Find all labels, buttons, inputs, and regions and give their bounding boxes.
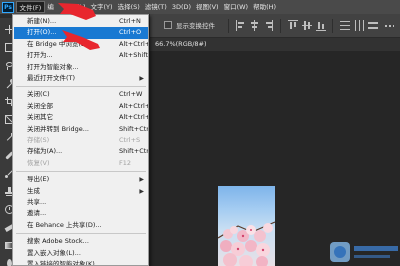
submenu-arrow-icon: ▶	[139, 75, 144, 82]
file-menu-dropdown: 新建(N)... Ctrl+N 打开(O)... Ctrl+O 在 Bridge 中浏览…	[12, 14, 149, 266]
file-menu-item-shortcut: Alt+Shift+Ctrl+O	[119, 51, 149, 60]
site-watermark-logo	[330, 240, 400, 264]
menu-item-4[interactable]: 文字(Y)	[88, 1, 115, 13]
file-menu-item[interactable]: 在 Behance 上共享(D)...	[14, 220, 148, 231]
file-menu-item-label: 关闭其它	[27, 113, 53, 122]
file-menu-item[interactable]: 打开为... Alt+Shift+Ctrl+O	[14, 50, 148, 61]
align-middle-icon[interactable]	[302, 20, 312, 31]
options-bar: 显示变换控件	[150, 14, 400, 38]
file-menu-item-label: 存储(S)	[27, 136, 50, 144]
file-menu-item[interactable]: 置入链接的智能对象(K)...	[14, 259, 148, 266]
file-menu-item-label: 打开为智能对象...	[27, 62, 79, 71]
file-menu-item-shortcut: Ctrl+O	[119, 28, 142, 37]
file-menu-item[interactable]: 邀请...	[14, 208, 148, 219]
file-menu-item[interactable]: 在 Bridge 中浏览(B)... Alt+Ctrl+O	[14, 39, 148, 50]
file-menu-item-label: 导出(E)	[27, 175, 50, 184]
menu-bar-items: 文件(F) 编图层(L) 文字(Y) 选择(S) 滤镜(T) 3D(D) 视图(V) 窗口(W…	[16, 1, 279, 13]
file-menu-item[interactable]: 关闭其它 Alt+Ctrl+P	[14, 112, 148, 123]
file-menu-item[interactable]: 生成 ▶	[14, 186, 148, 197]
file-menu-item-shortcut: Alt+Ctrl+P	[119, 113, 148, 122]
file-menu-item-shortcut: Shift+Ctrl+W	[119, 124, 149, 133]
file-menu-item-label: 共享...	[27, 198, 47, 206]
menu-file[interactable]: 文件(F)	[16, 1, 45, 13]
file-menu-item-shortcut: Alt+Ctrl+W	[119, 101, 148, 110]
align-right-icon[interactable]	[264, 20, 274, 31]
file-menu-item-shortcut: Ctrl+W	[119, 90, 143, 99]
file-menu-item-label: 搜索 Adobe Stock...	[27, 237, 89, 246]
file-menu-item-label: 在 Behance 上共享(D)...	[27, 220, 102, 229]
file-menu-item[interactable]: 关闭全部 Alt+Ctrl+W	[14, 101, 148, 112]
file-menu-item-label: 关闭全部	[27, 101, 53, 110]
align-center-icon[interactable]	[250, 20, 260, 31]
menu-separator	[16, 86, 146, 88]
file-menu-item-label: 关闭(C)	[27, 90, 50, 99]
distribute-center-icon[interactable]	[354, 20, 364, 31]
submenu-arrow-icon: ▶	[139, 176, 144, 184]
align-top-icon[interactable]	[288, 20, 298, 31]
file-menu-item[interactable]: 打开(O)... Ctrl+O	[14, 27, 148, 39]
menu-item-1[interactable]: 编	[45, 1, 57, 13]
file-menu-item[interactable]: 搜索 Adobe Stock...	[14, 236, 148, 247]
show-transform-controls-checkbox[interactable]	[164, 21, 172, 29]
show-transform-controls-label: 显示变换控件	[176, 22, 215, 30]
more-options-icon[interactable]	[384, 20, 394, 31]
file-menu-item-label: 打开(O)...	[27, 28, 57, 37]
file-menu-item-label: 新建(N)...	[27, 17, 57, 25]
file-menu-item[interactable]: 关闭并转到 Bridge... Shift+Ctrl+W	[14, 124, 148, 135]
align-bottom-icon[interactable]	[316, 20, 326, 31]
options-divider	[280, 19, 281, 33]
file-menu-item[interactable]: 导出(E) ▶	[14, 174, 148, 185]
menu-item-6[interactable]: 滤镜(T)	[142, 1, 169, 13]
file-menu-item[interactable]: 关闭(C) Ctrl+W	[14, 89, 148, 100]
file-menu-item-label: 关闭并转到 Bridge...	[27, 124, 89, 133]
file-menu-item-label: 在 Bridge 中浏览(B)...	[27, 39, 95, 48]
menu-item-7[interactable]: 3D(D)	[169, 1, 193, 13]
menu-bar: Ps 文件(F) 编图层(L) 文字(Y) 选择(S) 滤镜(T) 3D(D) 视图(V) 窗…	[0, 0, 400, 14]
document-tab-bar: 66.7%(RGB/8#)	[150, 38, 400, 51]
file-menu-item-shortcut: Shift+Ctrl+S	[119, 147, 149, 156]
file-menu-item-shortcut: Alt+Ctrl+O	[119, 39, 148, 48]
document-image-cherry-blossoms[interactable]	[218, 186, 275, 266]
file-menu-item-shortcut: Ctrl+N	[119, 17, 141, 25]
cherry-blossom-photo	[218, 221, 275, 266]
file-menu-item-label: 生成	[27, 186, 40, 195]
options-divider	[228, 19, 229, 33]
distribute-bottom-icon[interactable]	[368, 20, 378, 31]
file-menu-item-label: 恢复(V)	[27, 158, 50, 167]
file-menu-item-label: 存储为(A)...	[27, 147, 63, 156]
file-menu-item-shortcut: Ctrl+S	[119, 136, 141, 144]
file-menu-item[interactable]: 置入嵌入对象(L)...	[14, 248, 148, 259]
menu-item-5[interactable]: 选择(S)	[115, 1, 142, 13]
file-menu-item[interactable]: 新建(N)... Ctrl+N	[14, 16, 148, 27]
file-menu-item-label: 置入链接的智能对象(K)...	[27, 260, 102, 266]
menu-item-9[interactable]: 窗口(W)	[221, 1, 251, 13]
submenu-arrow-icon: ▶	[139, 187, 144, 195]
file-menu-item[interactable]: 共享...	[14, 197, 148, 208]
file-menu-item[interactable]: 打开为智能对象...	[14, 62, 148, 73]
menu-item-10[interactable]: 帮助(H)	[251, 1, 279, 13]
file-menu-item-label: 打开为...	[27, 51, 53, 60]
menu-separator	[16, 233, 146, 235]
photoshop-logo: Ps	[2, 1, 14, 13]
align-left-icon[interactable]	[236, 20, 246, 31]
file-menu-item[interactable]: 存储为(A)... Shift+Ctrl+S	[14, 146, 148, 157]
distribute-top-icon[interactable]	[340, 20, 350, 31]
file-menu-item-shortcut: F12	[119, 158, 132, 167]
file-menu-item-label: 邀请...	[27, 209, 47, 218]
menu-item-8[interactable]: 视图(V)	[194, 1, 222, 13]
document-tab-title[interactable]: 66.7%(RGB/8#)	[155, 40, 207, 48]
file-menu-item[interactable]: 存储(S) Ctrl+S	[14, 135, 148, 146]
file-menu-item[interactable]: 最近打开文件(T) ▶	[14, 73, 148, 84]
menu-item-3[interactable]: 图层(L)	[61, 1, 88, 13]
file-menu-item[interactable]: 恢复(V) F12	[14, 158, 148, 169]
options-divider	[332, 19, 333, 33]
file-menu-item-label: 置入嵌入对象(L)...	[27, 248, 81, 257]
file-menu-item-label: 最近打开文件(T)	[27, 74, 76, 82]
menu-separator	[16, 171, 146, 173]
